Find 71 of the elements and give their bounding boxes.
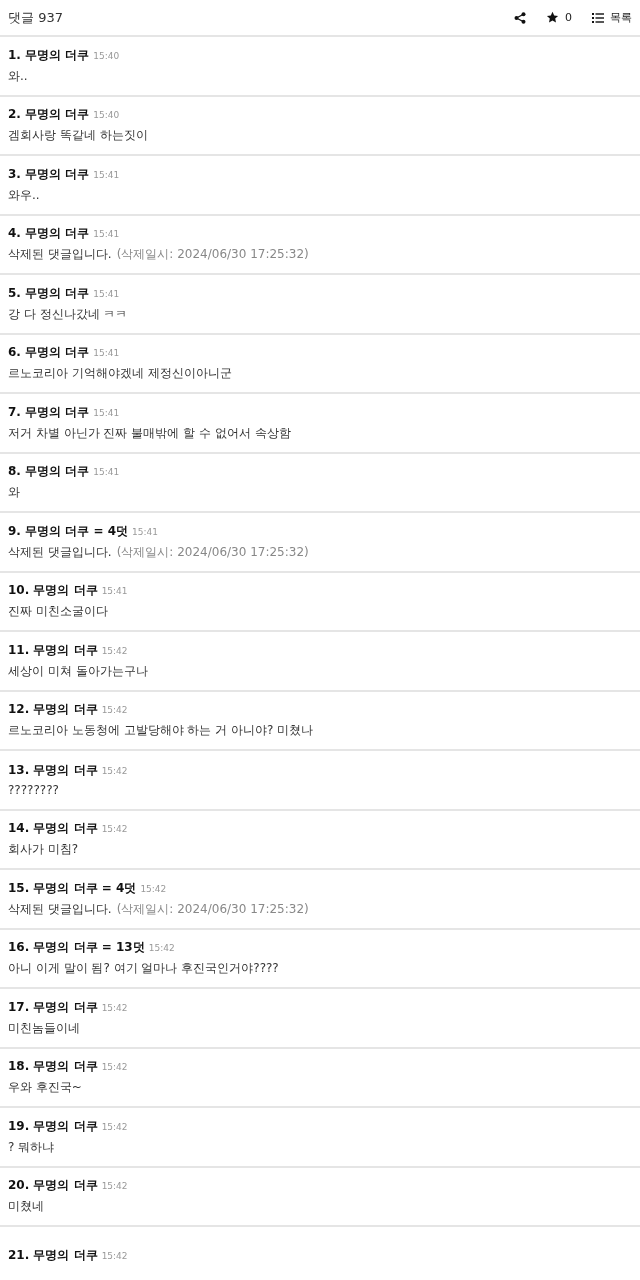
comment-time: 15:41	[132, 526, 158, 537]
comment-text: 강 다 정신나갔네 ㅋㅋ	[8, 305, 128, 323]
comment-time: 15:42	[101, 1062, 128, 1073]
comment-count-title: 댓글 937	[8, 8, 63, 27]
comment-text: 우와 후진국~	[8, 1079, 82, 1097]
comment-text: 아니 이게 말이 됨? 여기 얼마나 후진국인거야????	[8, 960, 279, 978]
comment-time: 15:42	[101, 824, 128, 835]
comment-text: 삭제된 댓글입니다.	[8, 900, 112, 918]
comment-text: 저거 차별 아닌가 진짜 불매밖에 할 수 없어서 속상함	[8, 424, 291, 442]
comment-text: 삭제된 댓글입니다.	[8, 543, 112, 561]
comment-author: 9. 무명의 더쿠 = 4덧	[8, 522, 129, 540]
comment-text: 미친놈들이네	[8, 1019, 80, 1037]
comment-time: 15:42	[101, 705, 128, 716]
comment-author: 4. 무명의 더쿠	[8, 225, 90, 243]
comment-time: 15:41	[93, 348, 120, 359]
comment-time: 15:40	[93, 50, 120, 61]
comment-text: 회사가 미침?	[8, 841, 79, 859]
favorite-button[interactable]: 0	[546, 11, 572, 24]
list-icon	[592, 12, 604, 23]
comment-author: 16. 무명의 더쿠 = 13덧	[8, 939, 145, 957]
comment-author: 15. 무명의 더쿠 = 4덧	[8, 879, 137, 897]
comment-author: 2. 무명의 더쿠	[8, 106, 90, 124]
comment-author: 7. 무명의 더쿠	[8, 403, 90, 421]
share-icon[interactable]	[514, 11, 526, 24]
comment-author: 6. 무명의 더쿠	[8, 344, 90, 362]
comment-time: 15:42	[101, 1181, 128, 1192]
deletion-note: (삭제일시: 2024/06/30 17:25:32)	[116, 543, 309, 561]
comment-text: 르노코리아 노동청에 고발당해야 하는 거 아니야? 미쳤나	[8, 722, 314, 740]
comment-author: 10. 무명의 더쿠	[8, 582, 98, 600]
comment-text: 와	[8, 484, 20, 502]
list-button[interactable]: 목록	[592, 10, 632, 25]
comment-author: 8. 무명의 더쿠	[8, 463, 90, 481]
comment-author: 12. 무명의 더쿠	[8, 701, 98, 719]
comment-text: ? 뭐하냐	[8, 1138, 55, 1156]
comment-author: 17. 무명의 더쿠	[8, 998, 98, 1016]
comment-time: 15:41	[93, 288, 120, 299]
comment-time: 15:40	[93, 110, 120, 121]
comment-time: 15:41	[101, 586, 128, 597]
comment-text: 삭제된 댓글입니다.	[8, 246, 112, 264]
comment-time: 15:42	[101, 766, 128, 777]
comment-text: 진짜 미친소굴이다	[8, 603, 108, 621]
comment-text: 와..	[8, 67, 28, 85]
comment-time: 15:41	[93, 229, 120, 240]
comment-author: 5. 무명의 더쿠	[8, 284, 90, 302]
deletion-note: (삭제일시: 2024/06/30 17:25:32)	[116, 246, 309, 264]
star-icon	[546, 11, 559, 24]
comment-text: 르노코리아 기억해야겠네 제정신이아니군	[8, 365, 232, 383]
comment-author: 19. 무명의 더쿠	[8, 1117, 98, 1135]
comment-time: 15:42	[101, 1121, 128, 1132]
comment-author: 21. 무명의 더쿠	[8, 1247, 98, 1265]
comment-time: 15:42	[148, 943, 175, 954]
deletion-note: (삭제일시: 2024/06/30 17:25:32)	[116, 900, 309, 918]
comment-author: 1. 무명의 더쿠	[8, 46, 90, 64]
comment-author: 14. 무명의 더쿠	[8, 820, 98, 838]
comment-time: 15:41	[93, 467, 120, 478]
comment-text: 와우..	[8, 186, 40, 204]
comment-author: 20. 무명의 더쿠	[8, 1177, 98, 1195]
comment-text: 미쳤네	[8, 1198, 44, 1216]
comment-author: 11. 무명의 더쿠	[8, 641, 98, 659]
comment-author: 3. 무명의 더쿠	[8, 165, 90, 183]
comment-time: 15:41	[93, 407, 120, 418]
comment-time: 15:42	[101, 1251, 128, 1262]
comment-text: 겜회사랑 똑같네 하는짓이	[8, 127, 148, 145]
comment-text: ????????	[8, 783, 59, 798]
comment-time: 15:42	[101, 1002, 128, 1013]
comment-time: 15:42	[140, 883, 167, 894]
comment-author: 13. 무명의 더쿠	[8, 762, 98, 780]
comment-author: 18. 무명의 더쿠	[8, 1058, 98, 1076]
comment-text: 세상이 미쳐 돌아가는구나	[8, 662, 148, 680]
comment-time: 15:42	[101, 645, 128, 656]
comment-time: 15:41	[93, 169, 120, 180]
